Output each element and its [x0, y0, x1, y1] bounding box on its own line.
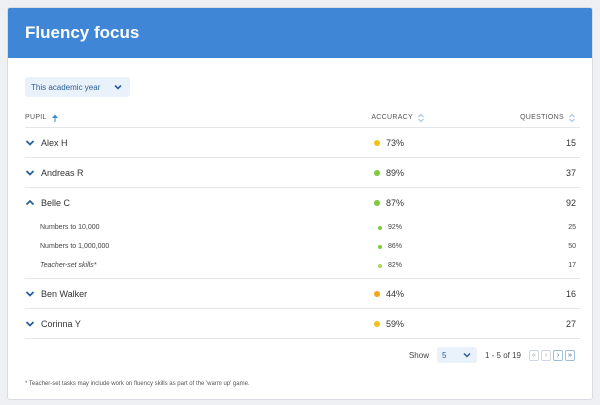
pupil-name: Alex H: [41, 137, 68, 148]
first-page-icon[interactable]: «: [529, 349, 539, 361]
accuracy-value: 92%: [388, 224, 403, 231]
skill-row: Teacher-set skills* 82% 17: [25, 256, 580, 275]
accuracy-dot: [374, 290, 380, 297]
table-row[interactable]: Corinna Y 59% 27: [25, 309, 580, 339]
accuracy-dot: [378, 244, 382, 249]
skill-name: Numbers to 10,000: [40, 224, 100, 231]
accuracy-dot: [378, 225, 382, 230]
table-row[interactable]: Andreas R 89% 37: [25, 158, 580, 188]
page-size-select[interactable]: 5: [436, 347, 477, 363]
pagination: Show 5 1 - 5 of 19 « ‹ › »: [409, 347, 575, 363]
questions-value: 15: [565, 137, 576, 148]
sort-icon: [418, 113, 424, 122]
accuracy-value: 44%: [386, 288, 405, 299]
table-header: PUPIL ACCURACY QUESTIONS: [25, 108, 580, 128]
questions-value: 16: [565, 288, 576, 299]
questions-value: 92: [565, 198, 576, 208]
accuracy-value: 73%: [386, 137, 405, 148]
last-page-icon[interactable]: »: [565, 349, 575, 361]
pupil-name: Corinna Y: [41, 318, 81, 329]
table-row[interactable]: Ben Walker 44% 16: [25, 279, 580, 309]
prev-page-icon[interactable]: ‹: [541, 349, 551, 361]
fluency-card: Fluency focus This academic year PUPIL A…: [7, 7, 593, 400]
accuracy-value: 59%: [386, 318, 405, 329]
chevron-down-icon[interactable]: [25, 168, 35, 178]
skill-row: Numbers to 10,000 92% 25: [25, 218, 580, 237]
accuracy-dot: [374, 139, 380, 146]
period-dropdown[interactable]: This academic year: [25, 77, 130, 97]
questions-value: 50: [568, 243, 576, 250]
page-range: 1 - 5 of 19: [484, 350, 521, 360]
chevron-down-icon[interactable]: [25, 289, 35, 299]
skill-name: Teacher-set skills*: [40, 262, 97, 269]
show-label: Show: [408, 350, 429, 360]
chevron-down-icon[interactable]: [25, 138, 35, 148]
pupil-name: Ben Walker: [41, 288, 88, 299]
questions-value: 37: [565, 167, 576, 178]
chevron-down-icon[interactable]: [25, 319, 35, 329]
chevron-down-icon: [463, 352, 471, 358]
next-page-icon[interactable]: ›: [553, 349, 563, 361]
page-title: Fluency focus: [25, 23, 140, 42]
pupil-table: PUPIL ACCURACY QUESTIONS Alex H 73% 15 A…: [25, 108, 580, 339]
table-row[interactable]: Alex H 73% 15: [25, 128, 580, 158]
questions-value: 27: [565, 318, 576, 329]
column-questions[interactable]: QUESTIONS: [425, 113, 580, 123]
accuracy-dot: [374, 169, 380, 176]
pupil-name: Andreas R: [41, 167, 84, 178]
questions-value: 25: [568, 224, 576, 231]
sort-icon: [569, 113, 575, 122]
pager-controls: « ‹ › »: [529, 349, 575, 361]
skill-name: Numbers to 1,000,000: [40, 243, 110, 250]
expanded-row-group: Belle C 87% 92 Numbers to 10,000 92% 25 …: [25, 188, 580, 279]
questions-value: 17: [568, 262, 576, 269]
card-header: Fluency focus: [8, 8, 592, 58]
accuracy-dot: [374, 320, 380, 327]
period-dropdown-value: This academic year: [31, 82, 101, 92]
skill-row: Numbers to 1,000,000 86% 50: [25, 237, 580, 256]
column-accuracy[interactable]: ACCURACY: [245, 113, 425, 123]
accuracy-value: 87%: [386, 198, 405, 208]
accuracy-value: 86%: [388, 243, 403, 250]
accuracy-dot: [374, 200, 380, 206]
accuracy-value: 89%: [386, 167, 405, 178]
pupil-name: Belle C: [41, 198, 71, 208]
footnote: * Teacher-set tasks may include work on …: [25, 381, 250, 387]
table-row[interactable]: Belle C 87% 92: [25, 188, 580, 218]
chevron-down-icon: [114, 84, 122, 90]
column-pupil[interactable]: PUPIL: [25, 113, 245, 123]
accuracy-dot: [378, 263, 382, 268]
sort-asc-icon: [51, 114, 58, 122]
accuracy-value: 82%: [388, 262, 403, 269]
chevron-up-icon[interactable]: [25, 198, 35, 208]
